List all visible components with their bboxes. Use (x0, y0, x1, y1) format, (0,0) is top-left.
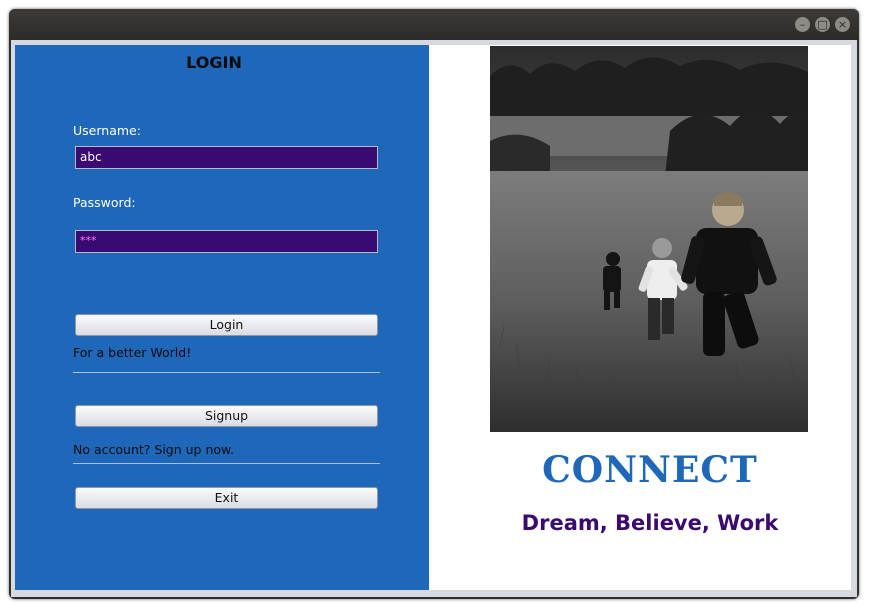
signup-note: No account? Sign up now. (73, 442, 235, 457)
app-window: – □ × LOGIN Username: abc Password: *** … (9, 9, 859, 599)
divider (73, 463, 380, 464)
divider (73, 372, 380, 373)
brand-panel: CONNECT Dream, Believe, Work (429, 45, 851, 590)
brand-tagline: Dream, Believe, Work (521, 511, 779, 535)
children-running-in-field-photo (490, 46, 808, 432)
window-content: LOGIN Username: abc Password: *** Login … (11, 40, 857, 597)
signup-button[interactable]: Signup (75, 405, 378, 427)
exit-button[interactable]: Exit (75, 487, 378, 509)
close-icon[interactable]: × (835, 17, 850, 32)
login-title: LOGIN (186, 53, 242, 72)
brand-name: CONNECT (542, 449, 758, 491)
login-panel: LOGIN Username: abc Password: *** Login … (15, 45, 429, 590)
minimize-icon[interactable]: – (795, 17, 810, 32)
maximize-icon[interactable]: □ (815, 17, 830, 32)
login-note: For a better World! (73, 345, 192, 360)
password-input[interactable]: *** (75, 230, 378, 253)
login-button[interactable]: Login (75, 314, 378, 336)
title-bar[interactable]: – □ × (9, 9, 859, 40)
password-label: Password: (73, 195, 136, 210)
username-input[interactable]: abc (75, 146, 378, 169)
username-label: Username: (73, 123, 141, 138)
